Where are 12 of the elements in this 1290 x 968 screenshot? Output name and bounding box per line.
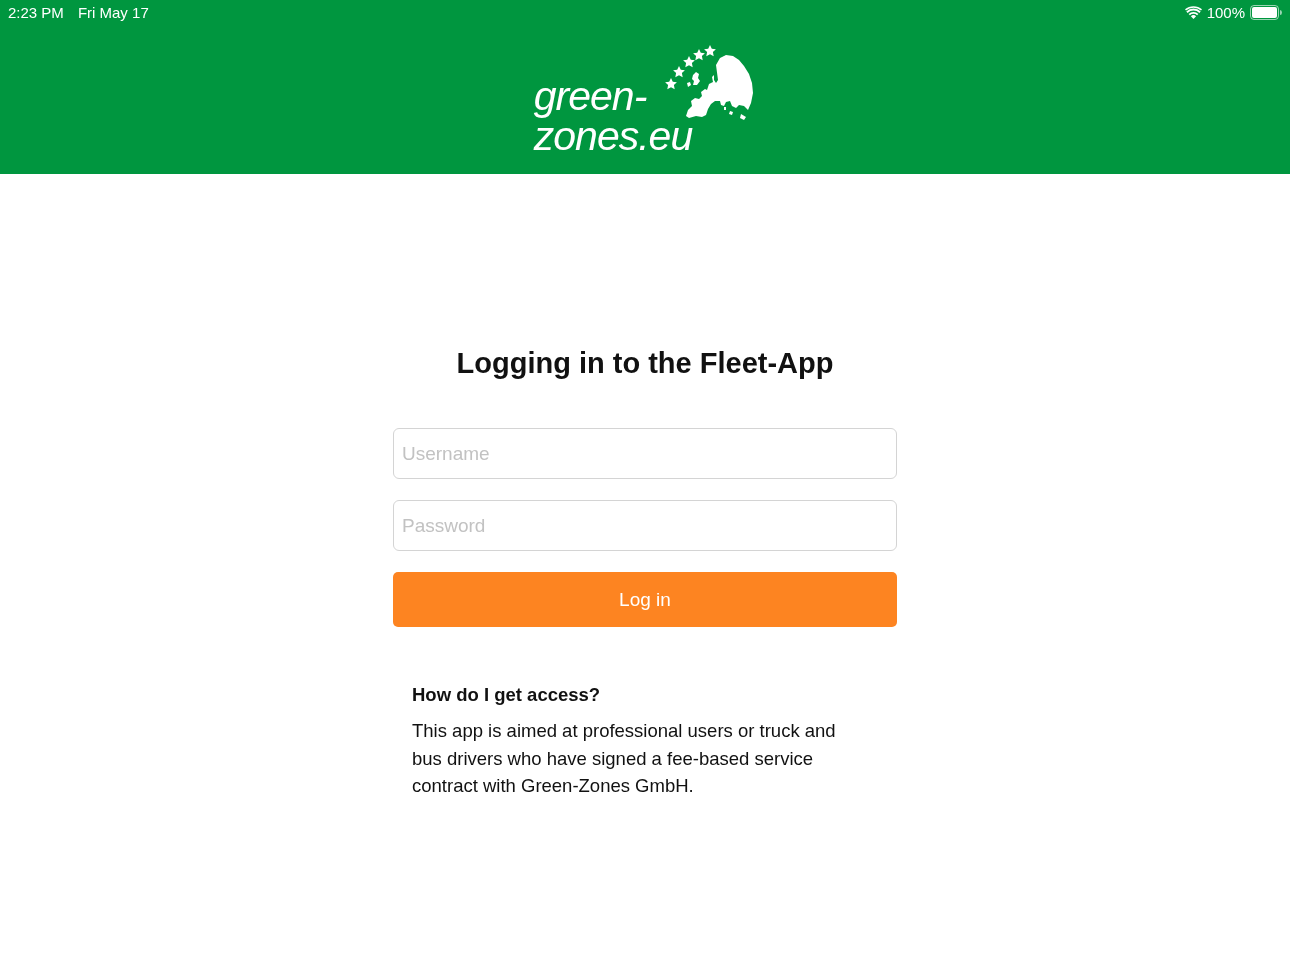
battery-percent: 100% <box>1206 3 1245 21</box>
status-time: 2:23 PM <box>8 3 64 21</box>
logo-text: green- <box>533 76 647 116</box>
wifi-icon <box>1184 5 1202 19</box>
status-date: Fri May 17 <box>77 3 149 21</box>
help-heading: How do I get access? <box>412 683 602 707</box>
page-title: Logging in to the Fleet-App <box>455 346 835 381</box>
help-text: This app is aimed at professional users or truck and bus drivers who have signed a fee-based service contract with Green-Zones GmbH. <box>412 719 837 798</box>
battery-icon <box>1250 4 1282 20</box>
username-field[interactable]: Username <box>393 428 897 479</box>
login-button[interactable]: Log in <box>393 572 897 627</box>
password-field[interactable]: Password <box>393 500 897 551</box>
